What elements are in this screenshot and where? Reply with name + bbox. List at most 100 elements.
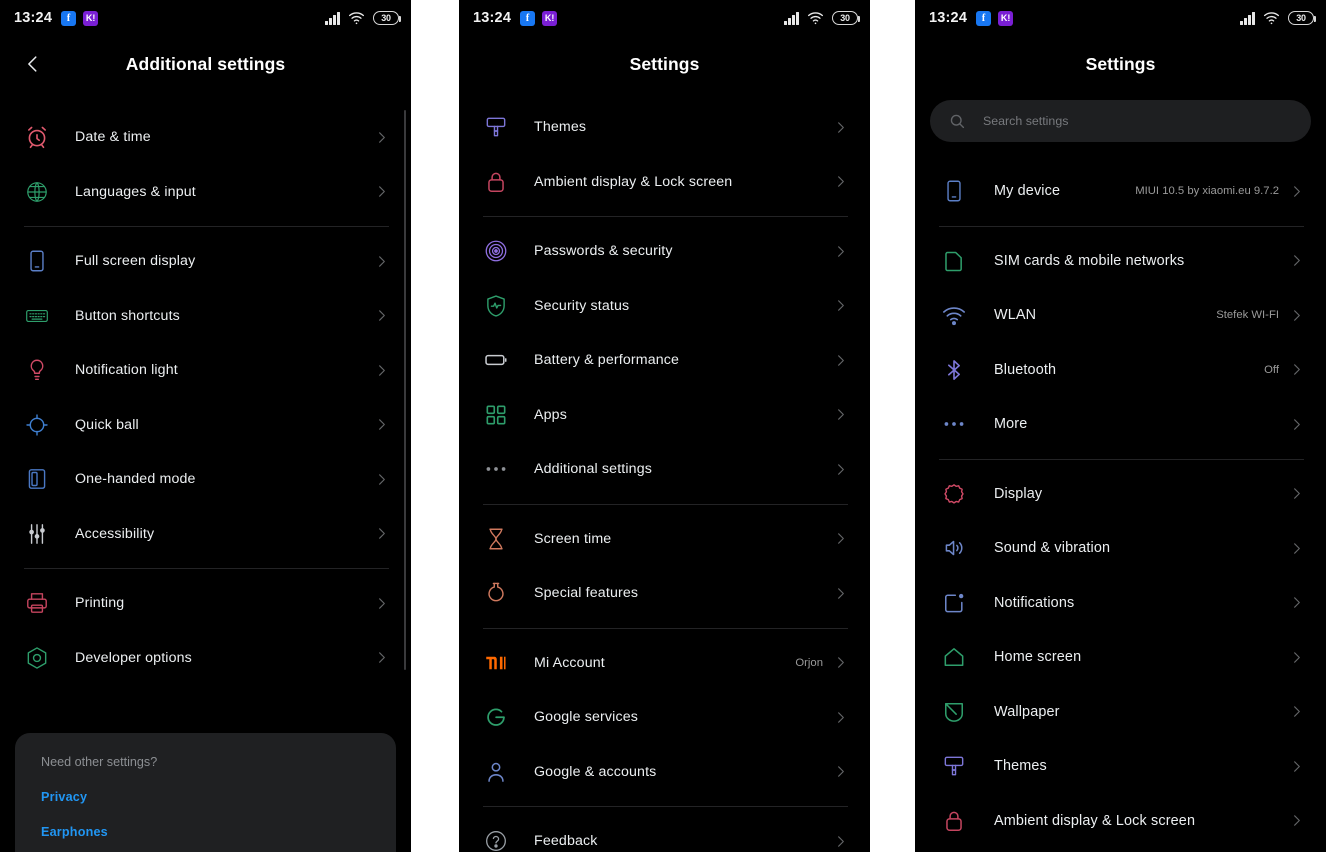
list-item-value: MIUI 10.5 by xiaomi.eu 9.7.2 bbox=[1135, 185, 1279, 198]
wallpaper-icon bbox=[941, 699, 967, 725]
list-item[interactable]: Google & accounts bbox=[459, 745, 870, 800]
google-g-icon bbox=[483, 704, 509, 730]
lock-icon bbox=[941, 808, 967, 834]
panel-gap-1 bbox=[411, 0, 459, 852]
list-item[interactable]: Battery & performance bbox=[459, 333, 870, 388]
status-bar-app-icons: f K! bbox=[520, 10, 558, 26]
chevron-right-icon bbox=[1289, 759, 1304, 774]
settings-list[interactable]: Themes Ambient display & Lock screen Passw… bbox=[459, 92, 870, 852]
settings-list[interactable]: Date & time Languages & input Full screen … bbox=[0, 92, 411, 852]
list-divider bbox=[483, 806, 848, 807]
back-button[interactable] bbox=[22, 53, 44, 75]
list-item-label: Quick ball bbox=[75, 416, 139, 433]
list-item-label: Printing bbox=[75, 595, 125, 612]
list-item-label: SIM cards & mobile networks bbox=[994, 252, 1185, 269]
phone-panel-settings-scrolled: 13:24 f K! 30 Settings Themes Ambient display … bbox=[459, 0, 870, 852]
list-item[interactable]: Screen time bbox=[459, 512, 870, 567]
facebook-badge: f bbox=[61, 10, 77, 26]
list-item-label: Display bbox=[994, 485, 1043, 502]
shield-pulse-icon bbox=[483, 293, 509, 319]
sim-card-icon bbox=[941, 248, 967, 274]
list-item[interactable]: Display bbox=[915, 467, 1326, 522]
list-item[interactable]: Date & time bbox=[0, 110, 411, 165]
settings-list[interactable]: Search settings My device MIUI 10.5 by xia… bbox=[915, 92, 1326, 852]
need-settings-link-privacy[interactable]: Privacy bbox=[41, 790, 370, 804]
list-item[interactable]: Wallpaper bbox=[915, 685, 1326, 740]
list-item-value: Orjon bbox=[795, 656, 823, 669]
chevron-right-icon bbox=[833, 244, 848, 259]
list-item[interactable]: Languages & input bbox=[0, 165, 411, 220]
list-item[interactable]: Themes bbox=[459, 100, 870, 155]
list-item[interactable]: Sound & vibration bbox=[915, 521, 1326, 576]
chevron-right-icon bbox=[374, 254, 389, 269]
dots-icon bbox=[941, 411, 967, 437]
list-item[interactable]: One-handed mode bbox=[0, 452, 411, 507]
battery-status-icon: 30 bbox=[1288, 11, 1316, 25]
chevron-right-icon bbox=[1289, 253, 1304, 268]
signal-strength-icon bbox=[1240, 12, 1255, 25]
list-item[interactable]: Notifications bbox=[915, 576, 1326, 631]
list-item[interactable]: My device MIUI 10.5 by xiaomi.eu 9.7.2 bbox=[915, 164, 1326, 219]
list-item-label: Notifications bbox=[994, 594, 1075, 611]
list-item-label: More bbox=[994, 416, 1028, 433]
list-divider bbox=[24, 226, 389, 227]
list-divider bbox=[24, 568, 389, 569]
list-item[interactable]: Passwords & security bbox=[459, 224, 870, 279]
chevron-right-icon bbox=[833, 834, 848, 849]
list-item[interactable]: Full screen display bbox=[0, 234, 411, 289]
list-item-label: Additional settings bbox=[534, 461, 652, 478]
chevron-right-icon bbox=[1289, 486, 1304, 501]
chevron-right-icon bbox=[833, 298, 848, 313]
list-item[interactable]: Bluetooth Off bbox=[915, 343, 1326, 398]
list-item[interactable]: Feedback bbox=[459, 814, 870, 852]
list-item[interactable]: Apps bbox=[459, 388, 870, 443]
list-item[interactable]: More bbox=[915, 397, 1326, 452]
list-item[interactable]: Ambient display & Lock screen bbox=[459, 155, 870, 210]
list-item[interactable]: Notification light bbox=[0, 343, 411, 398]
list-item[interactable]: Google services bbox=[459, 690, 870, 745]
title-bar: Additional settings bbox=[0, 36, 411, 92]
list-item[interactable]: Button shortcuts bbox=[0, 289, 411, 344]
list-item-label: Feedback bbox=[534, 833, 598, 850]
list-item-label: WLAN bbox=[994, 307, 1037, 324]
status-bar: 13:24 f K! 30 bbox=[915, 0, 1326, 36]
phone-screen-icon bbox=[24, 248, 50, 274]
printer-icon bbox=[24, 590, 50, 616]
list-item-label: Accessibility bbox=[75, 525, 155, 542]
list-item[interactable]: WLAN Stefek WI-FI bbox=[915, 288, 1326, 343]
list-item[interactable]: Special features bbox=[459, 566, 870, 621]
list-divider bbox=[483, 216, 848, 217]
hourglass-icon bbox=[483, 526, 509, 552]
list-item[interactable]: Mi Account Orjon bbox=[459, 636, 870, 691]
list-item-label: Developer options bbox=[75, 649, 192, 666]
chevron-right-icon bbox=[833, 710, 848, 725]
page-title: Additional settings bbox=[125, 53, 286, 74]
vertical-scrollbar[interactable] bbox=[403, 110, 406, 670]
list-item[interactable]: Quick ball bbox=[0, 398, 411, 453]
chevron-right-icon bbox=[374, 308, 389, 323]
list-item[interactable]: Security status bbox=[459, 279, 870, 334]
chevron-right-icon bbox=[1289, 650, 1304, 665]
search-bar[interactable]: Search settings bbox=[930, 100, 1311, 142]
kahoot-badge: K! bbox=[998, 10, 1014, 26]
signal-strength-icon bbox=[784, 12, 799, 25]
list-item-value: Stefek WI-FI bbox=[1216, 309, 1279, 322]
list-item[interactable]: Home screen bbox=[915, 630, 1326, 685]
status-bar-app-icons: f K! bbox=[61, 10, 99, 26]
list-item-value: Off bbox=[1264, 363, 1279, 376]
search-input[interactable]: Search settings bbox=[983, 114, 1068, 128]
status-bar-clock: 13:24 bbox=[473, 10, 512, 26]
chevron-right-icon bbox=[1289, 308, 1304, 323]
list-item[interactable]: Ambient display & Lock screen bbox=[915, 794, 1326, 849]
list-item[interactable]: Themes bbox=[915, 739, 1326, 794]
globe-icon bbox=[24, 179, 50, 205]
need-settings-link-earphones[interactable]: Earphones bbox=[41, 825, 370, 839]
list-item[interactable]: Accessibility bbox=[0, 507, 411, 562]
three-phone-screenshots: 13:24 f K! 30 Additional settings Date & time… bbox=[0, 0, 1326, 852]
alarm-clock-icon bbox=[24, 124, 50, 150]
list-item[interactable]: Additional settings bbox=[459, 442, 870, 497]
list-item[interactable]: Developer options bbox=[0, 631, 411, 686]
chevron-right-icon bbox=[833, 174, 848, 189]
list-item[interactable]: SIM cards & mobile networks bbox=[915, 234, 1326, 289]
list-item[interactable]: Printing bbox=[0, 576, 411, 631]
